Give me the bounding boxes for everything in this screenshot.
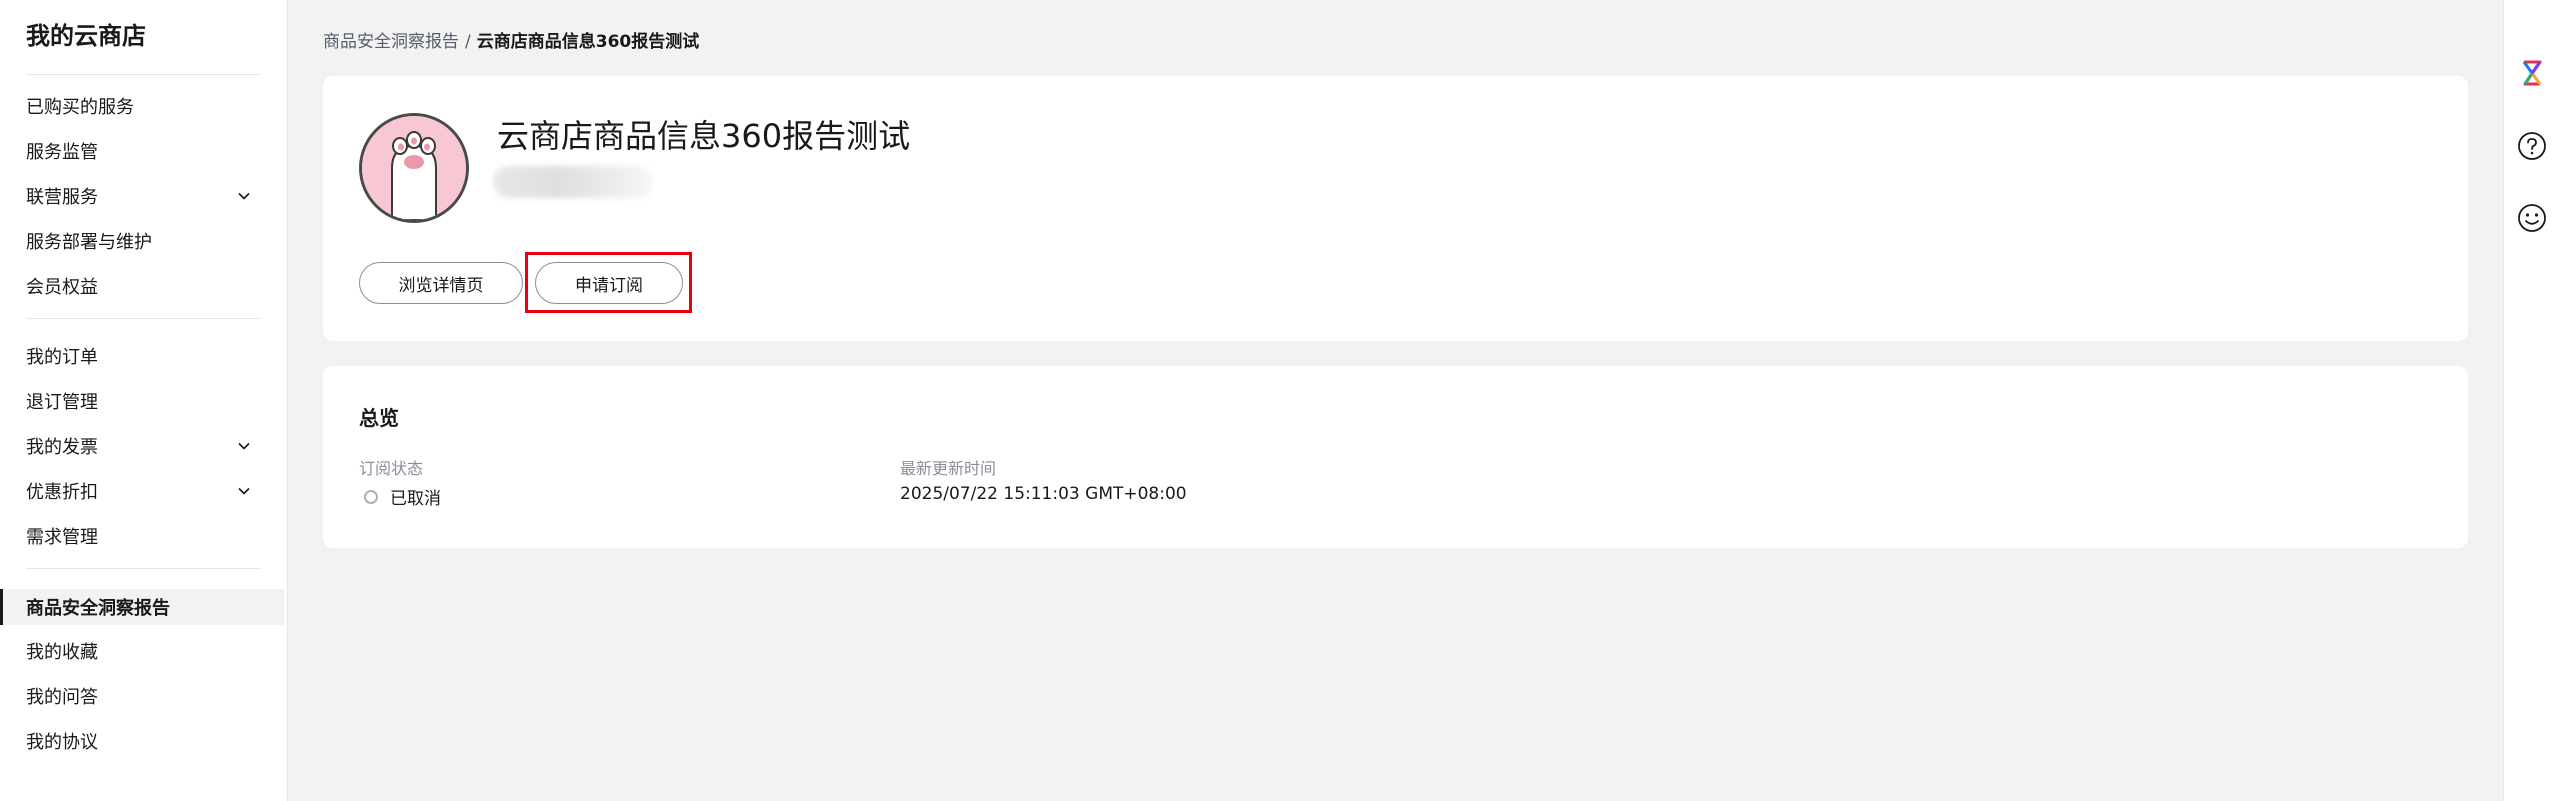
sidebar-item-my-invoices[interactable]: 我的发票 [0, 428, 284, 464]
overview-card: 总览 订阅状态 已取消 最新更新时间 2025/07/22 15:11:03 G… [323, 366, 2468, 548]
product-title: 云商店商品信息360报告测试 [497, 117, 911, 155]
sidebar-item-deployment-maintenance[interactable]: 服务部署与维护 [0, 223, 284, 259]
right-rail [2503, 0, 2558, 801]
subscription-status-label: 订阅状态 [359, 459, 424, 478]
sidebar-item-member-benefits[interactable]: 会员权益 [0, 268, 284, 304]
sidebar-divider [26, 568, 261, 569]
sidebar-item-security-insight-report[interactable]: 商品安全洞察报告 [0, 589, 284, 625]
sidebar-title: 我的云商店 [26, 22, 146, 50]
sidebar-item-label: 我的收藏 [26, 642, 98, 663]
sidebar-item-label: 商品安全洞察报告 [26, 598, 170, 619]
brand-logo-icon[interactable] [2517, 58, 2547, 88]
last-updated-label: 最新更新时间 [900, 459, 997, 478]
sidebar-item-service-supervision[interactable]: 服务监管 [0, 133, 284, 169]
subscription-status-value: 已取消 [359, 484, 441, 509]
browse-details-button[interactable]: 浏览详情页 [359, 262, 523, 304]
chevron-down-icon [238, 442, 250, 450]
sidebar-item-label: 服务部署与维护 [26, 232, 152, 253]
subscription-status-text: 已取消 [390, 489, 441, 509]
sidebar-item-label: 优惠折扣 [26, 482, 98, 503]
sidebar-item-label: 会员权益 [26, 277, 98, 298]
product-header-card: 云商店商品信息360报告测试 浏览详情页 申请订阅 [323, 76, 2468, 341]
sidebar-item-label: 退订管理 [26, 392, 98, 413]
sidebar-item-my-orders[interactable]: 我的订单 [0, 338, 284, 374]
overview-title: 总览 [359, 406, 399, 430]
sidebar-item-label: 我的发票 [26, 437, 98, 458]
sidebar-item-my-agreements[interactable]: 我的协议 [0, 723, 284, 759]
sidebar-item-discounts[interactable]: 优惠折扣 [0, 473, 284, 509]
sidebar-item-label: 我的订单 [26, 347, 98, 368]
feedback-smile-icon[interactable] [2517, 203, 2547, 233]
sidebar-item-my-qa[interactable]: 我的问答 [0, 678, 284, 714]
paw-mascot-icon [362, 116, 466, 220]
breadcrumb-current: 云商店商品信息360报告测试 [476, 32, 700, 52]
sidebar-item-purchased-services[interactable]: 已购买的服务 [0, 88, 284, 124]
sidebar-item-unsubscribe-management[interactable]: 退订管理 [0, 383, 284, 419]
sidebar-divider [26, 74, 261, 75]
breadcrumb: 商品安全洞察报告 / 云商店商品信息360报告测试 [323, 27, 699, 52]
highlight-annotation-box [525, 252, 692, 313]
help-icon[interactable] [2517, 131, 2547, 161]
status-cancelled-icon [364, 489, 378, 504]
sidebar-item-label: 已购买的服务 [26, 97, 134, 118]
last-updated-value: 2025/07/22 15:11:03 GMT+08:00 [900, 484, 1187, 504]
sidebar-item-label: 需求管理 [26, 527, 98, 548]
product-avatar [359, 113, 469, 223]
sidebar: 我的云商店 已购买的服务 服务监管 联营服务 服务部署与维护 会员权益 我的订单… [0, 0, 288, 801]
chevron-down-icon [238, 487, 250, 495]
sidebar-item-label: 联营服务 [26, 187, 98, 208]
sidebar-divider [26, 318, 261, 319]
breadcrumb-parent-link[interactable]: 商品安全洞察报告 [323, 32, 459, 52]
chevron-down-icon [238, 192, 250, 200]
sidebar-item-joint-services[interactable]: 联营服务 [0, 178, 284, 214]
sidebar-item-label: 服务监管 [26, 142, 98, 163]
sidebar-item-demand-management[interactable]: 需求管理 [0, 518, 284, 554]
breadcrumb-separator: / [465, 32, 471, 52]
sidebar-item-label: 我的问答 [26, 687, 98, 708]
sidebar-item-label: 我的协议 [26, 732, 98, 753]
product-subtitle-blurred [493, 166, 653, 198]
sidebar-item-my-favorites[interactable]: 我的收藏 [0, 633, 284, 669]
